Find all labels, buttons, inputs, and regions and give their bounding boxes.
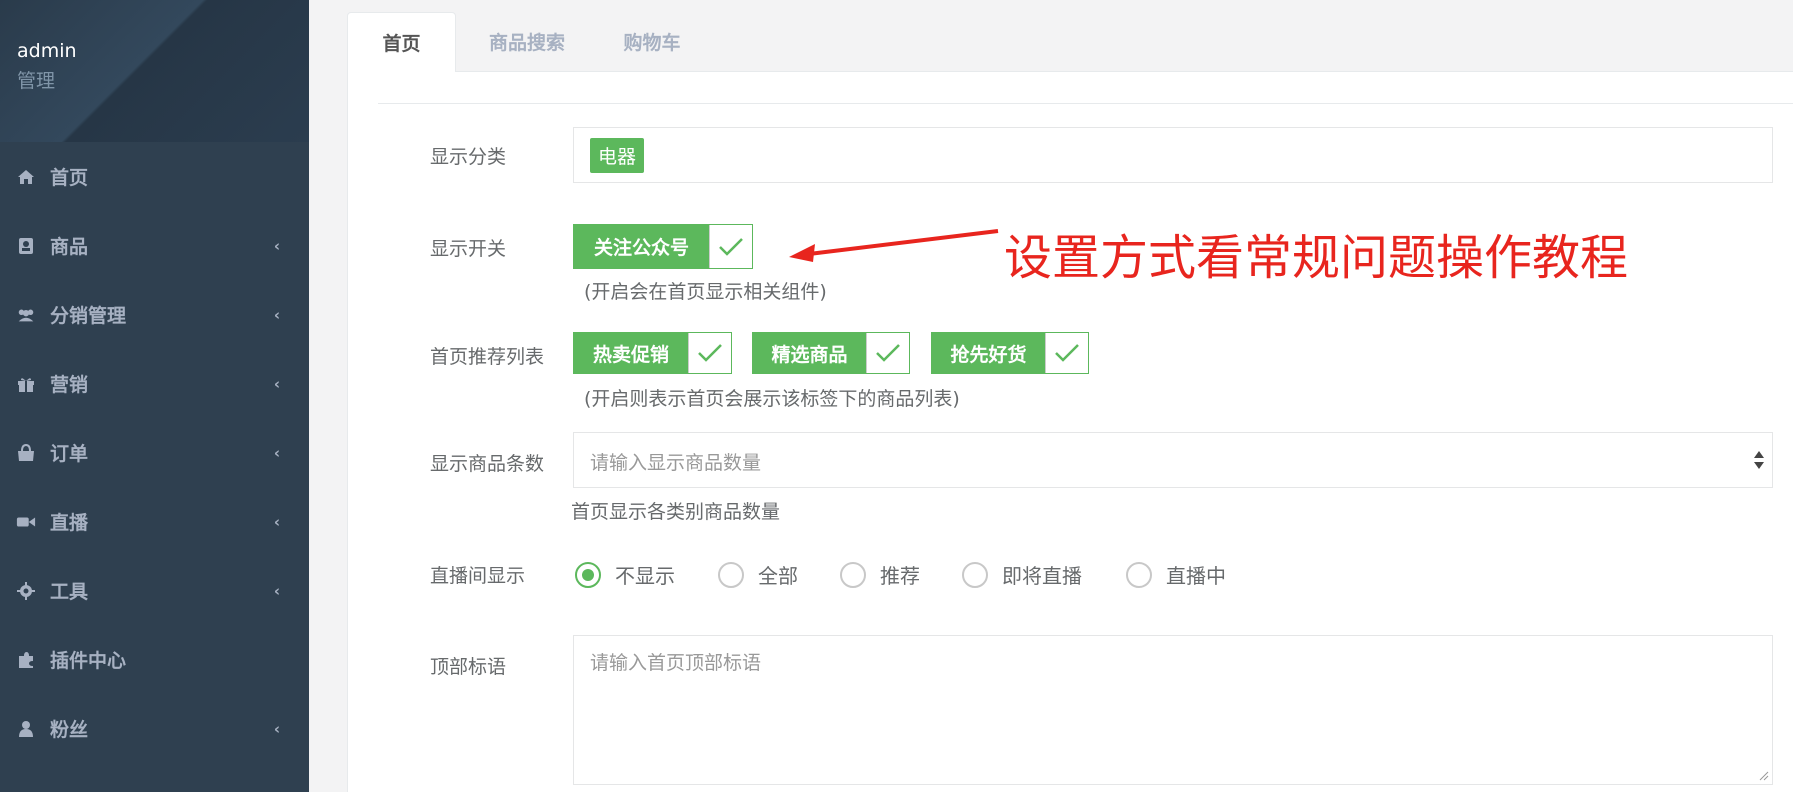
sidebar-item-live[interactable]: 直播 ‹ <box>0 487 309 556</box>
gift-icon <box>16 376 36 392</box>
switch-help: (开启会在首页显示相关组件) <box>584 281 827 303</box>
annotation-text: 设置方式看常规问题操作教程 <box>1004 230 1629 286</box>
category-tag-label: 电器 <box>597 146 636 168</box>
divider <box>378 103 1793 104</box>
tab-label: 购物车 <box>623 32 681 54</box>
sidebar: admin 管理 首页 商品 ‹ 分销管理 ‹ 营销 ‹ 订单 ‹ 直播 ‹ 工… <box>0 0 309 792</box>
sidebar-item-plugins[interactable]: 插件中心 <box>0 625 309 694</box>
count-help: 首页显示各类别商品数量 <box>571 501 781 523</box>
tab-home[interactable]: 首页 <box>347 12 456 73</box>
gear-icon <box>16 581 36 600</box>
radio-all[interactable]: 全部 <box>718 560 798 589</box>
slogan-label: 顶部标语 <box>430 656 507 678</box>
chevron-left-icon: ‹ <box>273 719 280 738</box>
count-label: 显示商品条数 <box>430 453 545 475</box>
sidebar-item-label: 订单 <box>50 443 89 465</box>
user-role: 管理 <box>17 70 56 92</box>
sidebar-item-fans[interactable]: 粉丝 ‹ <box>0 694 309 763</box>
product-icon <box>16 237 36 255</box>
slogan-textarea[interactable]: 请输入首页顶部标语 <box>573 635 1773 785</box>
chevron-left-icon: ‹ <box>273 443 280 462</box>
recommend-label: 首页推荐列表 <box>430 346 545 368</box>
switch-label: 显示开关 <box>430 238 507 260</box>
user-name[interactable]: admin <box>17 40 77 62</box>
sidebar-item-tools[interactable]: 工具 ‹ <box>0 556 309 625</box>
radio-no-display[interactable]: 不显示 <box>575 560 675 589</box>
check-icon <box>709 225 752 268</box>
chevron-left-icon: ‹ <box>273 581 280 600</box>
product-count-input[interactable]: 请输入显示商品数量 <box>573 432 1773 488</box>
tab-cart[interactable]: 购物车 <box>602 12 702 71</box>
video-camera-icon <box>16 515 36 529</box>
live-label: 直播间显示 <box>430 565 526 587</box>
spinner-arrows-icon <box>1754 451 1764 469</box>
shopping-bag-icon <box>16 443 36 462</box>
tab-label: 商品搜索 <box>488 32 565 54</box>
radio-upcoming[interactable]: 即将直播 <box>962 560 1082 589</box>
radio-label: 推荐 <box>880 564 920 588</box>
users-icon <box>16 307 36 323</box>
featured-label: 精选商品 <box>771 343 848 366</box>
category-label: 显示分类 <box>430 146 507 168</box>
sidebar-item-home[interactable]: 首页 <box>0 142 309 211</box>
tab-label: 首页 <box>382 33 421 55</box>
tab-product-search[interactable]: 商品搜索 <box>467 12 587 71</box>
tab-bar: 首页 商品搜索 购物车 <box>347 0 1793 73</box>
profile-header: admin 管理 <box>0 0 309 142</box>
check-icon <box>688 333 731 373</box>
early-deals-toggle[interactable]: 抢先好货 <box>931 332 1089 374</box>
follow-account-toggle[interactable]: 关注公众号 <box>573 224 753 269</box>
sidebar-item-product[interactable]: 商品 ‹ <box>0 211 309 280</box>
sidebar-item-marketing[interactable]: 营销 ‹ <box>0 349 309 418</box>
sidebar-item-label: 首页 <box>50 167 89 189</box>
sidebar-item-orders[interactable]: 订单 ‹ <box>0 418 309 487</box>
follow-account-label: 关注公众号 <box>593 237 689 259</box>
category-select[interactable]: 电器 <box>573 127 1773 183</box>
sidebar-item-label: 工具 <box>50 581 89 603</box>
chevron-left-icon: ‹ <box>273 305 280 324</box>
radio-circle <box>718 561 744 588</box>
radio-circle <box>840 561 866 588</box>
product-count-placeholder: 请输入显示商品数量 <box>590 452 762 474</box>
radio-label: 不显示 <box>615 564 675 588</box>
number-spinner[interactable] <box>1746 433 1772 487</box>
radio-circle <box>575 561 601 588</box>
sidebar-item-label: 营销 <box>50 374 89 396</box>
category-tag[interactable]: 电器 <box>590 138 644 173</box>
puzzle-icon <box>16 651 36 669</box>
chevron-left-icon: ‹ <box>273 512 280 531</box>
resize-handle-icon[interactable] <box>1757 769 1769 781</box>
user-icon <box>16 720 36 738</box>
annotation-arrow <box>789 229 999 262</box>
radio-circle <box>1126 561 1152 588</box>
sidebar-item-label: 插件中心 <box>50 650 127 672</box>
featured-toggle[interactable]: 精选商品 <box>752 332 910 374</box>
radio-label: 即将直播 <box>1002 564 1082 588</box>
chevron-left-icon: ‹ <box>273 236 280 255</box>
sidebar-item-label: 直播 <box>50 512 89 534</box>
sidebar-item-distribution[interactable]: 分销管理 ‹ <box>0 280 309 349</box>
check-icon <box>866 333 909 373</box>
early-deals-label: 抢先好货 <box>950 343 1027 366</box>
sidebar-item-label: 粉丝 <box>50 719 89 741</box>
chevron-left-icon: ‹ <box>273 374 280 393</box>
hot-sale-toggle[interactable]: 热卖促销 <box>573 332 732 374</box>
radio-recommend[interactable]: 推荐 <box>840 560 920 589</box>
slogan-placeholder: 请输入首页顶部标语 <box>590 652 762 674</box>
sidebar-item-label: 分销管理 <box>50 305 127 327</box>
radio-live-now[interactable]: 直播中 <box>1126 560 1226 589</box>
radio-circle <box>962 561 988 588</box>
sidebar-item-label: 商品 <box>50 236 89 258</box>
radio-label: 全部 <box>758 564 798 588</box>
hot-sale-label: 热卖促销 <box>592 343 669 366</box>
recommend-help: (开启则表示首页会展示该标签下的商品列表) <box>584 388 960 410</box>
radio-label: 直播中 <box>1166 564 1226 588</box>
check-icon <box>1045 333 1088 373</box>
home-icon <box>16 169 36 185</box>
